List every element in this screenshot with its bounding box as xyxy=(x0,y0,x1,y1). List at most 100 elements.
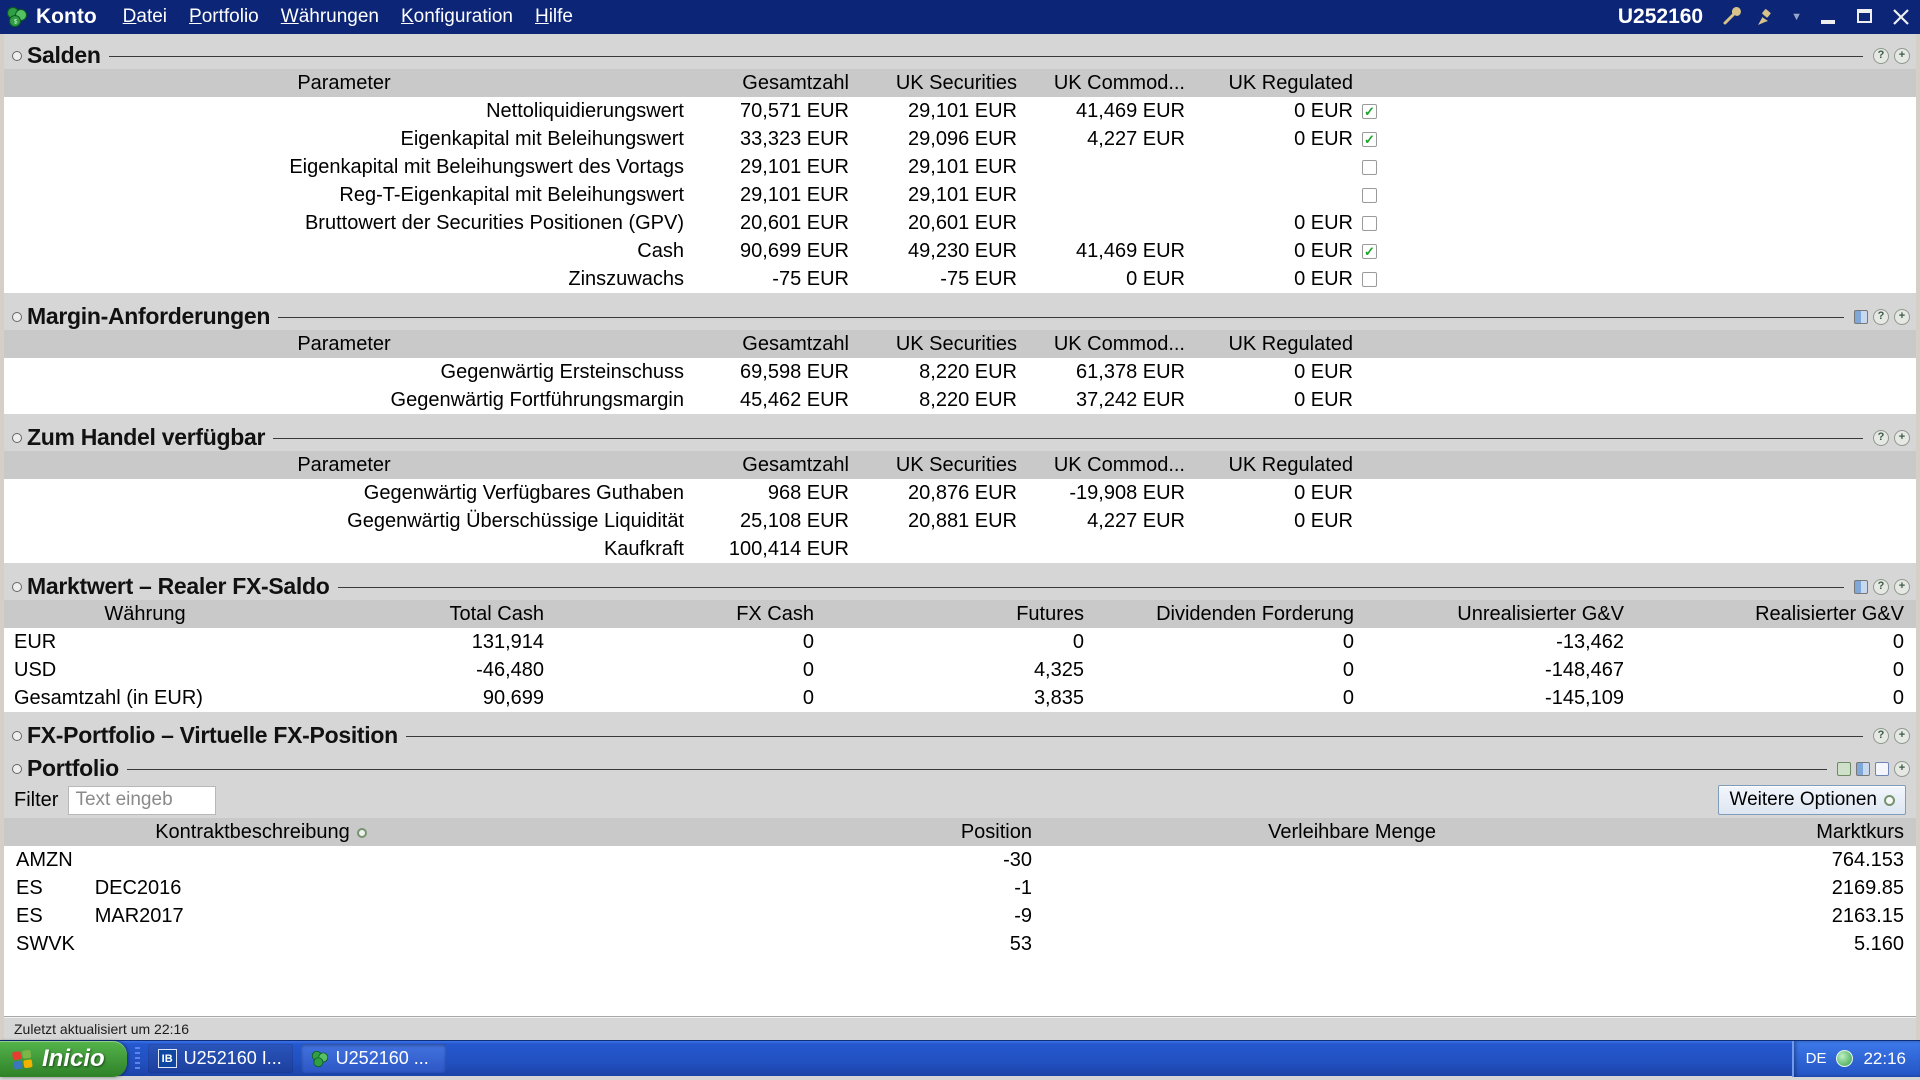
window-icon[interactable] xyxy=(1875,762,1889,776)
expand-icon[interactable]: + xyxy=(1894,728,1910,744)
menu-item-hilfe[interactable]: Hilfe xyxy=(535,6,573,28)
column-header[interactable]: Dividenden Forderung xyxy=(1096,600,1366,628)
value-cell: 0 EUR xyxy=(1194,386,1362,414)
maximize-button[interactable] xyxy=(1854,8,1876,26)
table-row: EUR131,914000-13,4620 xyxy=(4,628,1916,656)
column-header[interactable]: Währung xyxy=(4,600,286,628)
price-cell: 2163.15 xyxy=(1456,902,1916,930)
help-icon[interactable]: ? xyxy=(1873,430,1889,446)
row-checkbox[interactable] xyxy=(1362,272,1377,287)
help-icon[interactable]: ? xyxy=(1873,728,1889,744)
section-toggle-icon[interactable] xyxy=(12,764,22,774)
row-checkbox[interactable]: ✓ xyxy=(1362,132,1377,147)
menu-item-währungen[interactable]: Währungen xyxy=(281,6,379,28)
contract-cell: ESDEC2016 xyxy=(4,874,518,902)
more-options-button[interactable]: Weitere Optionen xyxy=(1718,785,1906,815)
taskbar-drag-handle[interactable] xyxy=(135,1047,140,1071)
minimize-button[interactable] xyxy=(1818,8,1840,26)
lendable-cell xyxy=(1058,930,1456,958)
grid-icon[interactable] xyxy=(1854,310,1868,324)
column-header[interactable]: Parameter xyxy=(4,451,690,479)
expand-icon[interactable]: + xyxy=(1894,430,1910,446)
edit-icon[interactable] xyxy=(1837,762,1851,776)
section-toggle-icon[interactable] xyxy=(12,582,22,592)
expand-icon[interactable]: + xyxy=(1894,761,1910,777)
column-header[interactable]: UK Commod... xyxy=(1026,69,1194,97)
keyboard-language-indicator[interactable]: DE xyxy=(1806,1050,1827,1067)
row-checkbox[interactable]: ✓ xyxy=(1362,244,1377,259)
value-cell: 41,469 EUR xyxy=(1026,97,1194,125)
column-header[interactable]: Total Cash xyxy=(286,600,556,628)
grid-icon[interactable] xyxy=(1854,580,1868,594)
expand-icon[interactable]: + xyxy=(1894,48,1910,64)
table-row: Reg-T-Eigenkapital mit Beleihungswert29,… xyxy=(4,181,1916,209)
row-checkbox[interactable] xyxy=(1362,216,1377,231)
column-header[interactable]: FX Cash xyxy=(556,600,826,628)
expand-icon[interactable]: + xyxy=(1894,579,1910,595)
contract-symbol: ES xyxy=(16,877,43,899)
section-toggle-icon[interactable] xyxy=(12,312,22,322)
taskbar-button-tws[interactable]: IB U252160 I... xyxy=(148,1044,293,1073)
help-icon[interactable]: ? xyxy=(1873,309,1889,325)
filler-cell xyxy=(1396,479,1916,507)
column-header[interactable]: Verleihbare Menge xyxy=(1058,818,1456,846)
value-cell: 0 xyxy=(1636,684,1916,712)
section-toggle-icon[interactable] xyxy=(12,51,22,61)
position-cell: -30 xyxy=(518,846,1058,874)
salden-table: ParameterGesamtzahlUK SecuritiesUK Commo… xyxy=(4,69,1916,293)
value-cell xyxy=(1026,181,1194,209)
row-checkbox[interactable] xyxy=(1362,160,1377,175)
column-header[interactable]: Gesamtzahl xyxy=(690,330,858,358)
row-checkbox[interactable] xyxy=(1362,188,1377,203)
column-header[interactable]: UK Commod... xyxy=(1026,330,1194,358)
column-header[interactable]: Parameter xyxy=(4,69,690,97)
parameter-cell: Bruttowert der Securities Positionen (GP… xyxy=(4,209,690,237)
parameter-cell: Gegenwärtig Ersteinschuss xyxy=(4,358,690,386)
grid-icon[interactable] xyxy=(1856,762,1870,776)
column-header[interactable]: Position xyxy=(518,818,1058,846)
table-row: ESMAR2017-92163.15 xyxy=(4,902,1916,930)
column-header[interactable]: UK Securities xyxy=(858,69,1026,97)
value-cell: 0 EUR xyxy=(1194,125,1362,153)
menu-item-datei[interactable]: Datei xyxy=(123,6,167,28)
section-toggle-icon[interactable] xyxy=(12,731,22,741)
sort-icon[interactable] xyxy=(357,828,367,838)
column-header[interactable]: UK Commod... xyxy=(1026,451,1194,479)
value-cell: 4,227 EUR xyxy=(1026,125,1194,153)
taskbar-button-konto[interactable]: U252160 ... xyxy=(301,1044,446,1073)
column-header[interactable]: Futures xyxy=(826,600,1096,628)
wrench-icon[interactable] xyxy=(1721,7,1741,27)
column-header[interactable]: UK Regulated xyxy=(1194,330,1362,358)
portfolio-filter-input[interactable] xyxy=(68,786,216,815)
help-icon[interactable]: ? xyxy=(1873,579,1889,595)
section-toggle-icon[interactable] xyxy=(12,433,22,443)
tray-status-icon[interactable] xyxy=(1836,1050,1853,1067)
column-header[interactable]: Parameter xyxy=(4,330,690,358)
column-header[interactable]: UK Securities xyxy=(858,330,1026,358)
chevron-down-icon[interactable]: ▼ xyxy=(1791,11,1802,23)
menu-item-konfiguration[interactable]: Konfiguration xyxy=(401,6,513,28)
column-header[interactable]: UK Regulated xyxy=(1194,69,1362,97)
column-header[interactable]: Gesamtzahl xyxy=(690,69,858,97)
column-header[interactable]: Marktkurs xyxy=(1456,818,1916,846)
value-cell: 29,101 EUR xyxy=(858,153,1026,181)
help-icon[interactable]: ? xyxy=(1873,48,1889,64)
column-header[interactable]: UK Securities xyxy=(858,451,1026,479)
filter-label: Filter xyxy=(14,789,58,812)
column-header[interactable]: Unrealisierter G&V xyxy=(1366,600,1636,628)
column-header[interactable]: UK Regulated xyxy=(1194,451,1362,479)
row-checkbox[interactable]: ✓ xyxy=(1362,104,1377,119)
start-button[interactable]: Inicio xyxy=(0,1041,127,1077)
filler-cell xyxy=(1396,237,1916,265)
pin-icon[interactable] xyxy=(1755,7,1775,27)
checkbox-cell xyxy=(1362,535,1396,563)
column-header[interactable]: Gesamtzahl xyxy=(690,451,858,479)
expand-icon[interactable]: + xyxy=(1894,309,1910,325)
value-cell: 41,469 EUR xyxy=(1026,237,1194,265)
close-button[interactable] xyxy=(1890,8,1912,26)
value-cell: 61,378 EUR xyxy=(1026,358,1194,386)
value-cell xyxy=(1026,209,1194,237)
menu-item-portfolio[interactable]: Portfolio xyxy=(189,6,259,28)
column-header[interactable]: Kontraktbeschreibung xyxy=(4,818,518,846)
column-header[interactable]: Realisierter G&V xyxy=(1636,600,1916,628)
